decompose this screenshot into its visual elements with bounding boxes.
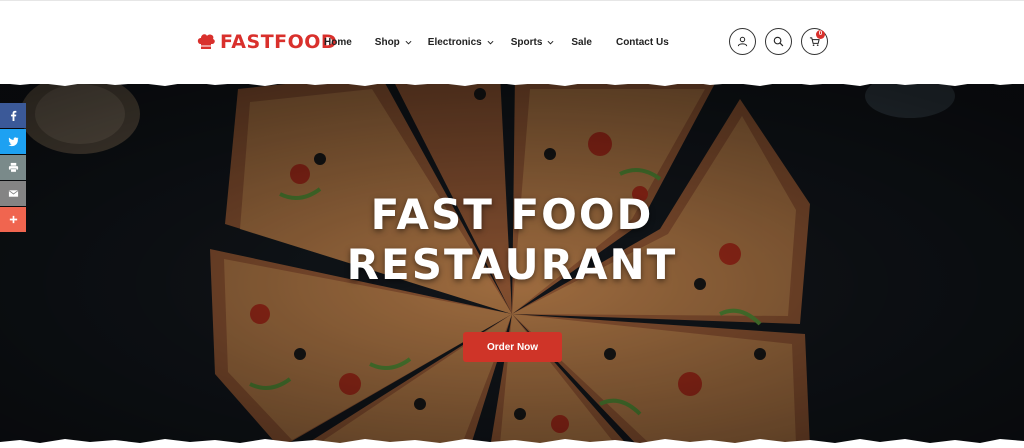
- cart-button[interactable]: 0: [801, 28, 828, 55]
- brand-name: FASTFOOD: [220, 31, 338, 53]
- nav-home[interactable]: Home: [324, 37, 352, 48]
- account-button[interactable]: [729, 28, 756, 55]
- social-share-bar: [0, 103, 26, 233]
- search-icon: [773, 36, 784, 47]
- twitter-icon: [7, 137, 19, 147]
- nav-electronics[interactable]: Electronics: [428, 37, 494, 48]
- chevron-down-icon: [547, 40, 554, 44]
- email-icon: [8, 190, 18, 197]
- nav-sale[interactable]: Sale: [571, 37, 592, 48]
- share-facebook-button[interactable]: [0, 103, 26, 128]
- share-print-button[interactable]: [0, 155, 26, 180]
- facebook-icon: [10, 110, 16, 121]
- brand-logo[interactable]: FASTFOOD: [196, 30, 337, 54]
- torn-edge-top: [0, 78, 1024, 86]
- chevron-down-icon: [405, 40, 412, 44]
- chevron-down-icon: [487, 40, 494, 44]
- share-email-button[interactable]: [0, 181, 26, 206]
- cart-count-badge: 0: [816, 30, 825, 39]
- print-icon: [8, 162, 18, 173]
- hero-title: FAST FOOD RESTAURANT: [0, 190, 1024, 290]
- header-actions: 0: [729, 28, 828, 55]
- share-twitter-button[interactable]: [0, 129, 26, 154]
- nav-contact-us[interactable]: Contact Us: [616, 37, 669, 48]
- hero-title-line-2: RESTAURANT: [346, 240, 678, 289]
- share-more-button[interactable]: [0, 207, 26, 232]
- nav-label: Electronics: [427, 36, 482, 48]
- nav-label: Sale: [571, 36, 592, 48]
- nav-label: Home: [324, 36, 352, 48]
- hero-title-line-1: FAST FOOD: [370, 190, 654, 239]
- search-button[interactable]: [765, 28, 792, 55]
- nav-label: Sports: [510, 36, 543, 48]
- torn-edge-bottom: [0, 439, 1024, 448]
- order-now-button[interactable]: Order Now: [463, 332, 562, 362]
- plus-icon: [9, 215, 17, 224]
- nav-sports[interactable]: Sports: [511, 37, 555, 48]
- chef-hat-icon: [197, 34, 215, 49]
- user-icon: [737, 36, 748, 47]
- nav-label: Contact Us: [615, 36, 669, 48]
- nav-shop[interactable]: Shop: [375, 37, 412, 48]
- site-header: FASTFOOD Home Shop Electronics Sports Sa…: [0, 0, 1024, 84]
- main-nav: Home Shop Electronics Sports Sale Contac…: [324, 34, 688, 50]
- nav-label: Shop: [374, 36, 400, 48]
